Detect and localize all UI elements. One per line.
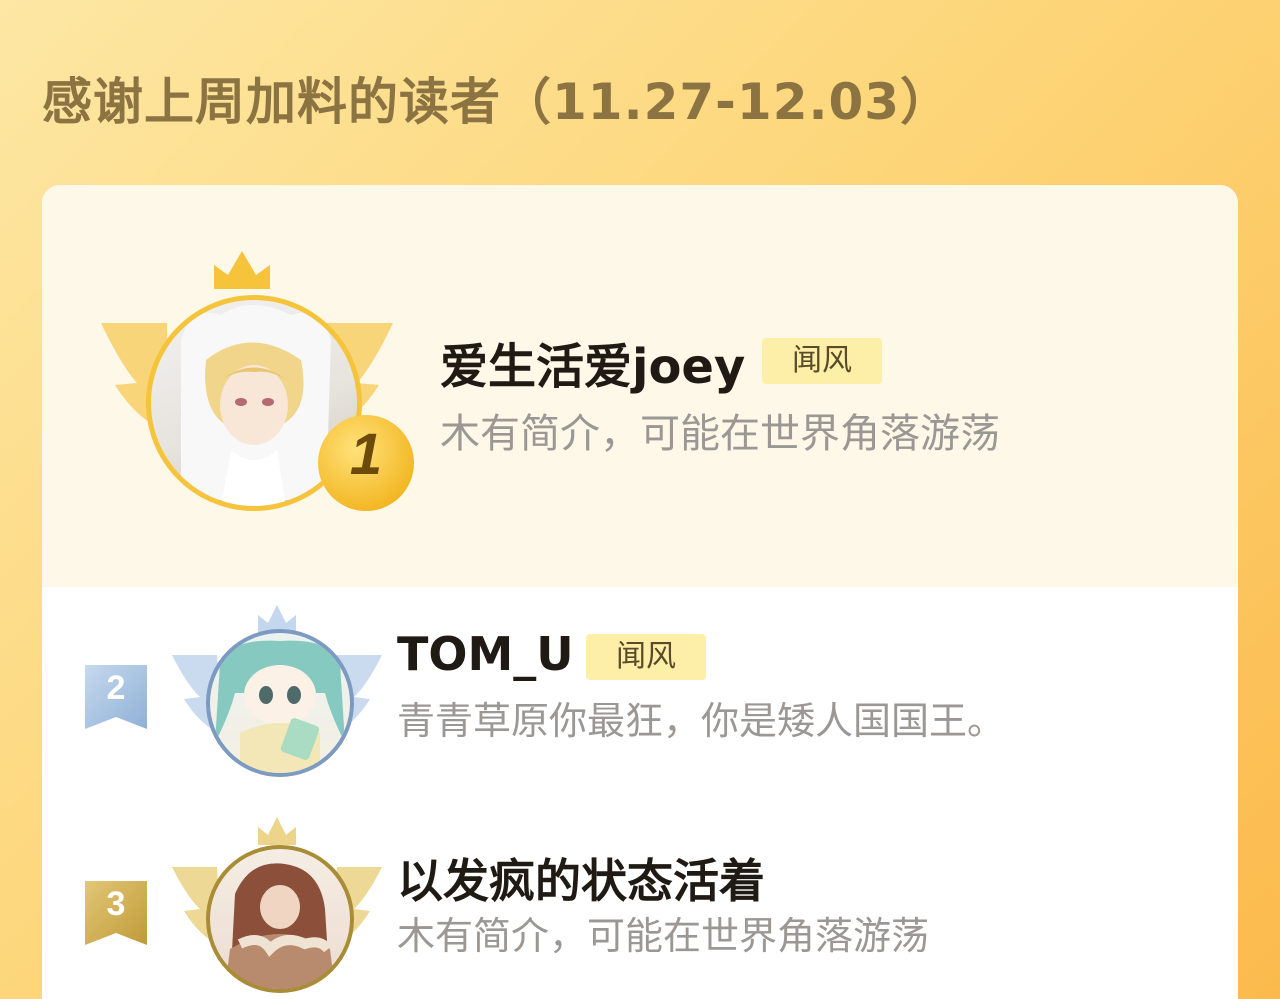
- avatar-illustration-icon: [215, 640, 345, 773]
- leaderboard-card: 1 爱生活爱joey 闻风 木有简介，可能在世界角落游荡 2 TOM_U 闻风 …: [42, 185, 1238, 999]
- reader-level-badge: 闻风: [586, 634, 706, 680]
- avatar[interactable]: [206, 845, 354, 993]
- rank-3-entry[interactable]: 3 以发疯的状态活着 木有简介，可能在世界角落游荡: [42, 797, 1238, 999]
- page-title: 感谢上周加料的读者（11.27-12.03）: [42, 73, 952, 131]
- rank-1-entry[interactable]: 1 爱生活爱joey 闻风 木有简介，可能在世界角落游荡: [42, 185, 1238, 587]
- rank-number: 1: [349, 422, 383, 487]
- rank-2-ribbon-icon: 2: [85, 665, 147, 729]
- reader-level-badge: 闻风: [762, 338, 882, 384]
- rank-number: 2: [106, 669, 126, 707]
- avatar[interactable]: [206, 629, 354, 777]
- reader-name[interactable]: 以发疯的状态活着: [397, 845, 765, 911]
- rank-3-ribbon-icon: 3: [85, 881, 147, 945]
- avatar-illustration-icon: [225, 863, 335, 989]
- reader-bio: 青青草原你最狂，你是矮人国国王。: [397, 699, 1006, 743]
- reader-name[interactable]: TOM_U: [397, 627, 574, 681]
- rank-2-entry[interactable]: 2 TOM_U 闻风 青青草原你最狂，你是矮人国国王。: [42, 587, 1238, 797]
- reader-bio: 木有简介，可能在世界角落游荡: [440, 411, 1000, 457]
- rank-number: 3: [106, 885, 126, 923]
- crown-icon: [214, 251, 270, 289]
- reader-bio: 木有简介，可能在世界角落游荡: [397, 914, 930, 958]
- reader-name[interactable]: 爱生活爱joey: [440, 327, 745, 397]
